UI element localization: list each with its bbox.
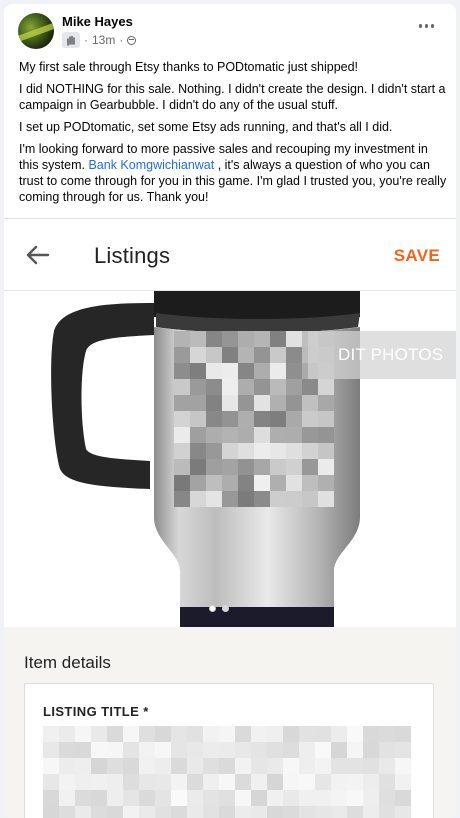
- post-paragraph: I did NOTHING for this sale. Nothing. I …: [19, 82, 449, 112]
- save-button[interactable]: SAVE: [394, 246, 440, 266]
- mention-link[interactable]: Bank Komgwichianwat: [88, 158, 214, 172]
- wave-badge-icon[interactable]: [62, 32, 80, 48]
- meta-separator: ·: [84, 33, 88, 47]
- listing-title-field[interactable]: LISTING TITLE *: [24, 683, 434, 818]
- post-text: My first sale through Etsy thanks to POD…: [19, 59, 449, 211]
- carousel-dot[interactable]: [209, 605, 216, 612]
- post-time[interactable]: 13m: [92, 33, 115, 47]
- carousel-dot[interactable]: [222, 605, 229, 612]
- etsy-title: Listings: [94, 243, 171, 268]
- post-meta: · 13m ·: [62, 32, 137, 48]
- globe-icon: [127, 35, 137, 45]
- item-details-section: Item details LISTING TITLE *: [4, 627, 456, 818]
- post-header: Mike Hayes · 13m ·: [4, 4, 456, 54]
- meta-separator: ·: [119, 33, 124, 47]
- product-photo[interactable]: DIT PHOTOS: [4, 291, 456, 627]
- post-paragraph: I'm looking forward to more passive sale…: [19, 141, 449, 205]
- author-name[interactable]: Mike Hayes: [62, 14, 133, 29]
- avatar[interactable]: [18, 13, 54, 49]
- post-card: Mike Hayes · 13m · My first sale through…: [4, 4, 456, 818]
- etsy-app-bar: Listings SAVE: [4, 219, 456, 291]
- shared-image[interactable]: Listings SAVE DIT PHOTOS Item details LI…: [4, 218, 456, 818]
- carousel-dots: [209, 605, 229, 612]
- edit-photos-button[interactable]: DIT PHOTOS: [308, 331, 456, 379]
- back-arrow-icon[interactable]: [26, 245, 50, 265]
- post-paragraph: My first sale through Etsy thanks to POD…: [19, 60, 359, 74]
- listing-title-label: LISTING TITLE *: [43, 704, 149, 719]
- item-details-heading: Item details: [24, 653, 111, 672]
- post-paragraph: I set up PODtomatic, set some Etsy ads r…: [19, 120, 393, 134]
- blurred-title-value: [43, 726, 411, 818]
- more-icon[interactable]: [418, 24, 434, 28]
